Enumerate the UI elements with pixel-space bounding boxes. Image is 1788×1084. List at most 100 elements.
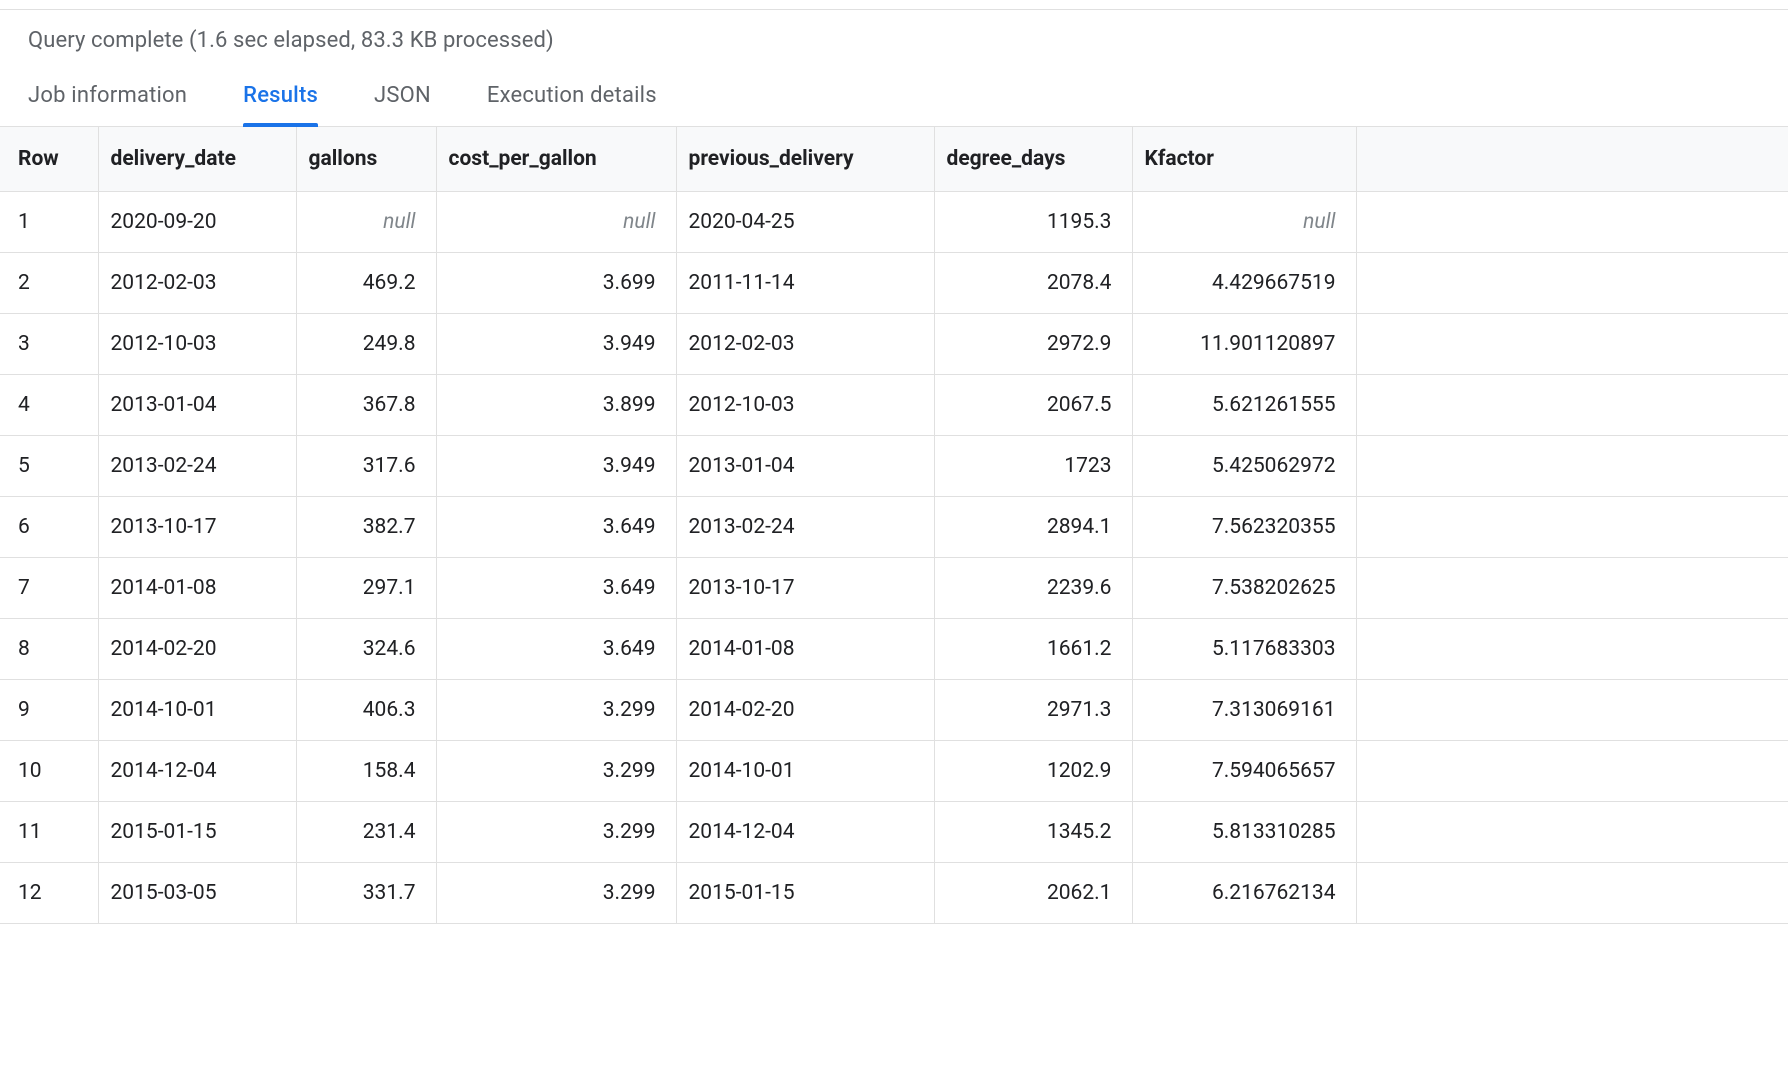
cell-row: 3 [0,314,98,375]
cell-Kfactor: 11.901120897 [1132,314,1356,375]
cell-empty [1356,802,1788,863]
cell-degree_days: 2239.6 [934,558,1132,619]
column-header-delivery_date: delivery_date [98,127,296,192]
cell-empty [1356,619,1788,680]
cell-delivery_date: 2014-02-20 [98,619,296,680]
table-row: 32012-10-03249.83.9492012-02-032972.911.… [0,314,1788,375]
cell-empty [1356,436,1788,497]
tab-json[interactable]: JSON [374,83,431,126]
cell-cost_per_gallon: 3.649 [436,619,676,680]
cell-empty [1356,741,1788,802]
cell-Kfactor: 5.621261555 [1132,375,1356,436]
cell-empty [1356,192,1788,253]
cell-cost_per_gallon: 3.699 [436,253,676,314]
cell-row: 11 [0,802,98,863]
cell-Kfactor: 4.429667519 [1132,253,1356,314]
cell-delivery_date: 2013-02-24 [98,436,296,497]
cell-gallons: 367.8 [296,375,436,436]
tab-execution-details[interactable]: Execution details [487,83,657,126]
cell-gallons: 249.8 [296,314,436,375]
cell-row: 4 [0,375,98,436]
table-row: 92014-10-01406.33.2992014-02-202971.37.3… [0,680,1788,741]
cell-cost_per_gallon: 3.649 [436,558,676,619]
cell-empty [1356,680,1788,741]
tab-label: Execution details [487,83,657,108]
cell-delivery_date: 2015-03-05 [98,863,296,924]
cell-delivery_date: 2014-10-01 [98,680,296,741]
cell-previous_delivery: 2014-02-20 [676,680,934,741]
panel-top-border [0,0,1788,10]
results-table: Rowdelivery_dategallonscost_per_gallonpr… [0,127,1788,924]
cell-delivery_date: 2014-01-08 [98,558,296,619]
null-value: null [623,210,655,234]
column-header-Kfactor: Kfactor [1132,127,1356,192]
cell-Kfactor: 7.562320355 [1132,497,1356,558]
table-row: 42013-01-04367.83.8992012-10-032067.55.6… [0,375,1788,436]
tab-label: Results [243,83,318,108]
cell-Kfactor: 7.594065657 [1132,741,1356,802]
cell-cost_per_gallon: 3.949 [436,436,676,497]
cell-gallons: 406.3 [296,680,436,741]
cell-previous_delivery: 2013-02-24 [676,497,934,558]
cell-gallons: 231.4 [296,802,436,863]
cell-previous_delivery: 2011-11-14 [676,253,934,314]
cell-previous_delivery: 2020-04-25 [676,192,934,253]
cell-row: 2 [0,253,98,314]
cell-row: 7 [0,558,98,619]
cell-Kfactor: 5.425062972 [1132,436,1356,497]
cell-degree_days: 1195.3 [934,192,1132,253]
cell-degree_days: 1202.9 [934,741,1132,802]
cell-row: 12 [0,863,98,924]
cell-row: 5 [0,436,98,497]
cell-delivery_date: 2013-01-04 [98,375,296,436]
table-row: 82014-02-20324.63.6492014-01-081661.25.1… [0,619,1788,680]
table-row: 122015-03-05331.73.2992015-01-152062.16.… [0,863,1788,924]
cell-empty [1356,375,1788,436]
cell-degree_days: 2062.1 [934,863,1132,924]
null-value: null [383,210,415,234]
table-row: 102014-12-04158.43.2992014-10-011202.97.… [0,741,1788,802]
cell-cost_per_gallon: 3.299 [436,680,676,741]
cell-Kfactor: 6.216762134 [1132,863,1356,924]
cell-Kfactor: null [1132,192,1356,253]
cell-cost_per_gallon: 3.949 [436,314,676,375]
column-header-row: Row [0,127,98,192]
cell-delivery_date: 2012-10-03 [98,314,296,375]
cell-gallons: 317.6 [296,436,436,497]
cell-cost_per_gallon: 3.299 [436,802,676,863]
cell-row: 10 [0,741,98,802]
cell-empty [1356,558,1788,619]
column-header-previous_delivery: previous_delivery [676,127,934,192]
cell-degree_days: 2972.9 [934,314,1132,375]
cell-row: 9 [0,680,98,741]
cell-gallons: null [296,192,436,253]
table-row: 112015-01-15231.43.2992014-12-041345.25.… [0,802,1788,863]
cell-gallons: 324.6 [296,619,436,680]
cell-delivery_date: 2020-09-20 [98,192,296,253]
cell-empty [1356,863,1788,924]
tab-job-information[interactable]: Job information [28,83,187,126]
cell-degree_days: 1723 [934,436,1132,497]
cell-previous_delivery: 2014-12-04 [676,802,934,863]
cell-gallons: 382.7 [296,497,436,558]
tab-results[interactable]: Results [243,83,318,126]
column-header-degree_days: degree_days [934,127,1132,192]
cell-previous_delivery: 2014-10-01 [676,741,934,802]
table-row: 52013-02-24317.63.9492013-01-0417235.425… [0,436,1788,497]
cell-degree_days: 1661.2 [934,619,1132,680]
cell-degree_days: 2971.3 [934,680,1132,741]
cell-row: 6 [0,497,98,558]
cell-empty [1356,253,1788,314]
cell-degree_days: 2067.5 [934,375,1132,436]
cell-delivery_date: 2014-12-04 [98,741,296,802]
cell-Kfactor: 5.117683303 [1132,619,1356,680]
cell-degree_days: 2078.4 [934,253,1132,314]
cell-cost_per_gallon: 3.649 [436,497,676,558]
table-row: 22012-02-03469.23.6992011-11-142078.44.4… [0,253,1788,314]
cell-gallons: 297.1 [296,558,436,619]
cell-previous_delivery: 2012-10-03 [676,375,934,436]
cell-delivery_date: 2012-02-03 [98,253,296,314]
column-header-gallons: gallons [296,127,436,192]
cell-cost_per_gallon: null [436,192,676,253]
cell-gallons: 469.2 [296,253,436,314]
